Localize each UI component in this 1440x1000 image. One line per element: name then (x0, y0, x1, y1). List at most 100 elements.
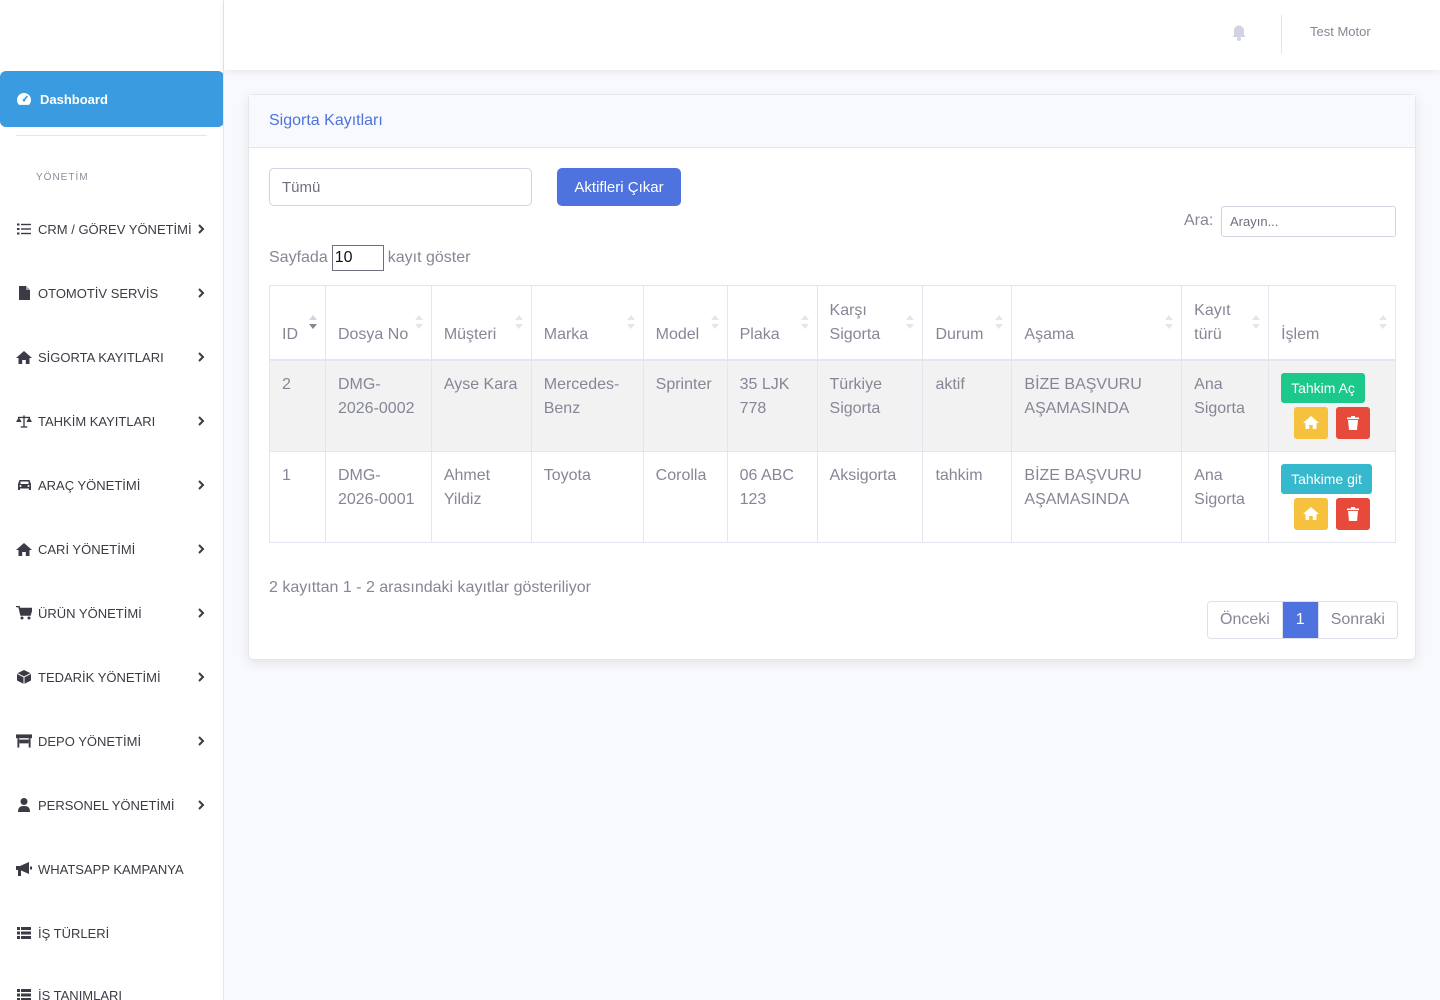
sidebar-item-label: WHATSAPP KAMPANYA (38, 861, 184, 877)
sort-icon (414, 315, 423, 330)
sidebar-item-label: İŞ TÜRLERİ (38, 925, 110, 941)
sidebar-item-cari-yonetimi[interactable]: CARİ YÖNETİMİ (0, 529, 223, 569)
pagination-prev[interactable]: Önceki (1208, 602, 1283, 638)
cell-dosya-no: DMG-2026-0002 (324, 359, 432, 452)
sidebar-item-label: TEDARİK YÖNETİMİ (38, 669, 161, 685)
cell-dosya-no: DMG-2026-0001 (324, 450, 432, 543)
topbar: Test Motor (224, 0, 1440, 70)
column-header-musteri[interactable]: Müşteri (430, 285, 532, 361)
home-button[interactable] (1294, 406, 1329, 439)
chevron-right-icon (198, 672, 205, 682)
cell-karsi-sigorta: Türkiye Sigorta (816, 359, 924, 452)
pagination-next[interactable]: Sonraki (1318, 602, 1397, 638)
cell-durum: aktif (922, 359, 1013, 452)
column-header-plaka[interactable]: Plaka (726, 285, 818, 361)
row-icon-buttons (1281, 497, 1383, 530)
sidebar-item-dashboard[interactable]: Dashboard (0, 71, 223, 127)
go-to-arbitration-button[interactable]: Tahkime git (1281, 463, 1372, 494)
column-header-dosya-no[interactable]: Dosya No (324, 285, 432, 361)
chevron-right-icon (198, 352, 205, 362)
sidebar-item-sigorta-kayitlari[interactable]: SİGORTA KAYITLARI (0, 337, 223, 377)
cell-id: 1 (269, 450, 326, 543)
sidebar-item-label: OTOMOTİV SERVİS (38, 285, 159, 301)
cell-asama: BİZE BAŞVURU AŞAMASINDA (1011, 359, 1183, 452)
sidebar-item-otomotiv-servis[interactable]: OTOMOTİV SERVİS (0, 273, 223, 313)
sidebar-item-is-turleri[interactable]: İŞ TÜRLERİ (0, 913, 223, 953)
cell-musteri: Ahmet Yildiz (430, 450, 532, 543)
topbar-divider (1281, 15, 1282, 54)
sort-icon (800, 315, 809, 330)
user-icon (16, 797, 32, 813)
sidebar-item-label: PERSONEL YÖNETİMİ (38, 797, 175, 813)
column-header-kayit-turu[interactable]: Kayıt türü (1181, 285, 1270, 361)
cell-karsi-sigorta: Aksigorta (816, 450, 924, 543)
cell-marka: Mercedes-Benz (530, 359, 644, 452)
open-arbitration-button[interactable]: Tahkim Aç (1281, 372, 1365, 403)
sidebar-item-label: SİGORTA KAYITLARI (38, 349, 164, 365)
sort-icon (710, 315, 719, 330)
bell-icon[interactable] (1230, 24, 1248, 42)
sort-icon (514, 315, 523, 330)
table-info-text: 2 kayıttan 1 - 2 arasındaki kayıtlar gös… (269, 579, 591, 596)
pagination: Önceki 1 Sonraki (1207, 601, 1398, 639)
sidebar-item-tedarik-yonetimi[interactable]: TEDARİK YÖNETİMİ (0, 657, 223, 697)
sidebar-item-label: ÜRÜN YÖNETİMİ (38, 605, 142, 621)
sidebar-item-label: ARAÇ YÖNETİMİ (38, 477, 141, 493)
sidebar-heading: YÖNETİM (36, 172, 89, 183)
column-header-asama[interactable]: Aşama (1011, 285, 1183, 361)
chevron-right-icon (198, 608, 205, 618)
sidebar-item-urun-yonetimi[interactable]: ÜRÜN YÖNETİMİ (0, 593, 223, 633)
sidebar: Dashboard YÖNETİM CRM / GÖREV YÖNETİMİ O… (0, 0, 224, 1000)
sidebar-item-crm[interactable]: CRM / GÖREV YÖNETİMİ (0, 209, 223, 249)
chevron-right-icon (198, 736, 205, 746)
delete-button[interactable] (1336, 406, 1371, 439)
column-header-durum[interactable]: Durum (922, 285, 1013, 361)
column-header-karsi-sigorta[interactable]: Karşı Sigorta (816, 285, 924, 361)
sidebar-item-depo-yonetimi[interactable]: DEPO YÖNETİMİ (0, 721, 223, 761)
cell-id: 2 (269, 359, 326, 452)
status-filter-select[interactable]: Tümü (269, 168, 532, 206)
column-header-marka[interactable]: Marka (530, 285, 644, 361)
chevron-right-icon (198, 480, 205, 490)
page-length-suffix: kayıt göster (387, 249, 471, 266)
sidebar-item-arac-yonetimi[interactable]: ARAÇ YÖNETİMİ (0, 465, 223, 505)
sidebar-item-label: CRM / GÖREV YÖNETİMİ (38, 221, 192, 237)
sort-icon (1252, 315, 1261, 330)
bullhorn-icon (16, 861, 32, 877)
column-header-model[interactable]: Model (642, 285, 728, 361)
sidebar-item-tahkim-kayitlari[interactable]: TAHKİM KAYITLARI (0, 401, 223, 441)
table-header-row: ID Dosya No Müşteri Marka Model Plaka Ka… (269, 285, 1396, 361)
user-menu[interactable]: Test Motor (1310, 24, 1371, 39)
chevron-right-icon (198, 288, 205, 298)
sort-icon (1165, 315, 1174, 330)
search-input[interactable]: Arayın... (1221, 206, 1396, 237)
cart-icon (16, 605, 32, 621)
home-icon (16, 349, 32, 365)
sidebar-item-is-tanimlari[interactable]: İŞ TANIMLARI (0, 975, 223, 1000)
page-length-control: Sayfada 10 kayıt göster (269, 245, 470, 271)
trash-icon (1347, 506, 1360, 521)
column-header-islem[interactable]: İşlem (1268, 285, 1396, 361)
cell-asama: BİZE BAŞVURU AŞAMASINDA (1011, 450, 1183, 543)
column-header-id[interactable]: ID (269, 285, 326, 361)
cell-plaka: 35 LJK 778 (726, 359, 818, 452)
sidebar-item-label: CARİ YÖNETİMİ (38, 541, 136, 557)
delete-button[interactable] (1336, 497, 1371, 530)
sidebar-item-label: DEPO YÖNETİMİ (38, 733, 142, 749)
page-length-select[interactable]: 10 (331, 245, 384, 271)
sort-desc-icon (308, 315, 317, 330)
trash-icon (1347, 415, 1360, 430)
sort-icon (906, 315, 915, 330)
sidebar-item-personel-yonetimi[interactable]: PERSONEL YÖNETİMİ (0, 785, 223, 825)
home-icon (1303, 416, 1320, 429)
home-button[interactable] (1294, 497, 1329, 530)
pagination-page-1[interactable]: 1 (1282, 602, 1319, 638)
table-list-icon (16, 987, 32, 1000)
chevron-right-icon (198, 224, 205, 234)
cell-durum: tahkim (922, 450, 1013, 543)
cell-musteri: Ayse Kara (430, 359, 532, 452)
cell-plaka: 06 ABC 123 (726, 450, 818, 543)
export-active-button[interactable]: Aktifleri Çıkar (557, 168, 681, 206)
cell-actions: Tahkime git (1268, 450, 1396, 543)
sidebar-item-whatsapp-kampanya[interactable]: WHATSAPP KAMPANYA (0, 849, 223, 889)
